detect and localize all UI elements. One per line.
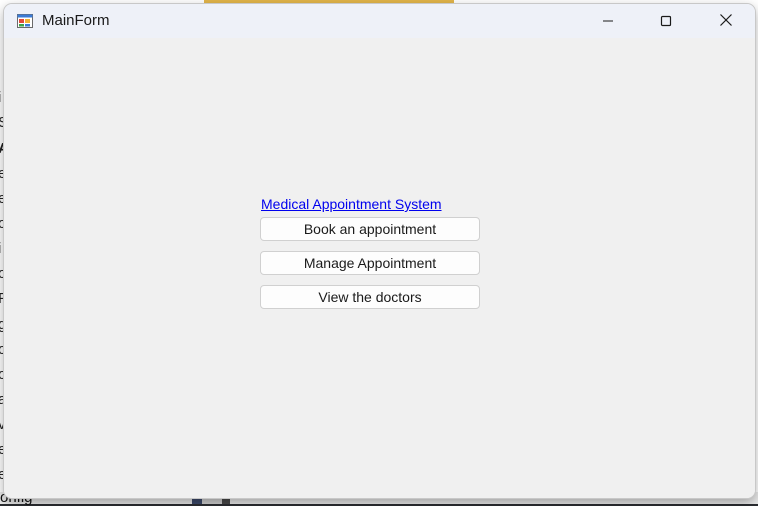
view-doctors-button[interactable]: View the doctors bbox=[260, 285, 480, 309]
close-icon bbox=[719, 12, 733, 31]
manage-appointment-button[interactable]: Manage Appointment bbox=[260, 251, 480, 275]
title-bar[interactable]: MainForm bbox=[4, 4, 755, 38]
winforms-app-icon bbox=[17, 13, 33, 29]
form-client-area: Medical Appointment System Book an appoi… bbox=[4, 38, 755, 498]
main-form-window: MainForm Medical Appointment System Book… bbox=[4, 4, 755, 498]
medical-appointment-system-link[interactable]: Medical Appointment System bbox=[261, 196, 442, 212]
minimize-button[interactable] bbox=[579, 4, 637, 38]
minimize-icon bbox=[602, 12, 614, 31]
book-appointment-button[interactable]: Book an appointment bbox=[260, 217, 480, 241]
maximize-icon bbox=[660, 12, 672, 31]
background-text-line: i bbox=[0, 240, 1, 257]
close-button[interactable] bbox=[697, 4, 755, 38]
maximize-button[interactable] bbox=[637, 4, 695, 38]
window-title: MainForm bbox=[42, 12, 110, 29]
background-text-line: i bbox=[0, 89, 1, 106]
